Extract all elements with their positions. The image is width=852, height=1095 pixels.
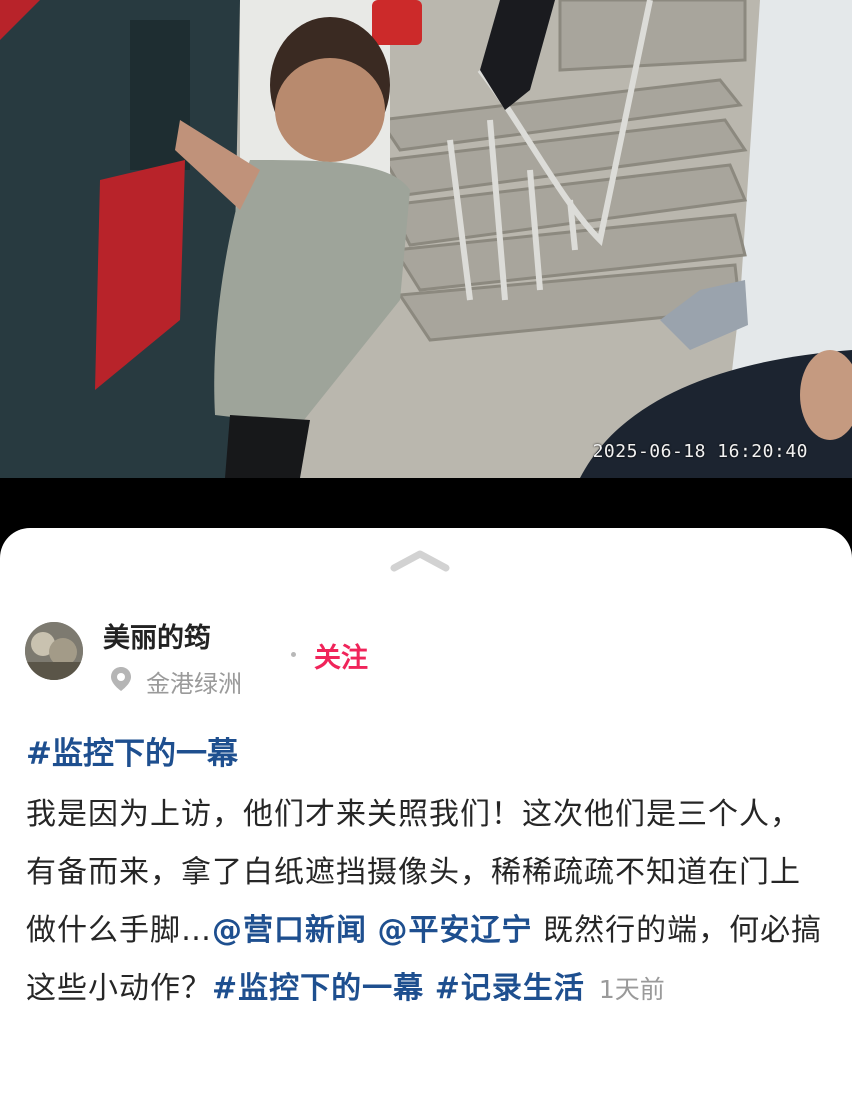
location-label[interactable]: 金港绿洲 [146, 664, 242, 699]
separator-dot [291, 652, 296, 657]
video-timestamp: 2025-06-18 16:20:40 [592, 441, 808, 462]
author-name[interactable]: 美丽的筠 [103, 616, 211, 655]
post-sheet: 美丽的筠 金港绿洲 关注 #监控下的一幕 我是因为上访，他们才来关照我们！这次他… [0, 528, 852, 1095]
avatar[interactable] [25, 622, 83, 680]
post-body: 我是因为上访，他们才来关照我们！这次他们是三个人，有备而来，拿了白纸遮挡摄像头，… [26, 786, 826, 1019]
mention-yingkou-news[interactable]: @营口新闻 [212, 913, 367, 948]
title-hashtag[interactable]: #监控下的一幕 [26, 728, 238, 773]
hashtag-record-life[interactable]: #记录生活 [435, 971, 585, 1006]
follow-button[interactable]: 关注 [314, 636, 368, 675]
location-pin-icon [110, 666, 132, 696]
mention-pingan-liaoning[interactable]: @平安辽宁 [378, 913, 533, 948]
chevron-up-icon[interactable] [390, 548, 450, 572]
cctv-scene [0, 0, 852, 478]
hashtag-monitor[interactable]: #监控下的一幕 [212, 971, 424, 1006]
video-frame[interactable]: 2025-06-18 16:20:40 [0, 0, 852, 478]
post-time: 1天前 [598, 975, 665, 1004]
author-row: 美丽的筠 金港绿洲 关注 [0, 610, 852, 700]
